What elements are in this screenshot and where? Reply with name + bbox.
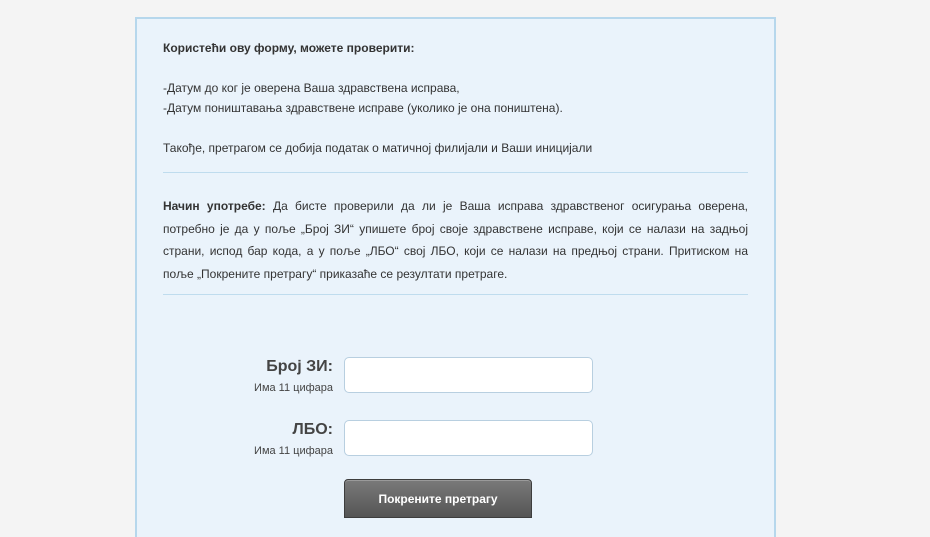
zi-label-block: Број ЗИ: Има 11 цифара <box>173 357 333 394</box>
lbo-label: ЛБО: <box>292 421 334 438</box>
lbo-input[interactable] <box>344 420 593 456</box>
lbo-label-block: ЛБО: Има 11 цифара <box>173 420 333 457</box>
search-form-panel: Користећи ову форму, можете проверити: -… <box>135 17 776 537</box>
intro-also-text: Такође, претрагом се добија податак о ма… <box>163 141 593 155</box>
intro-list: -Датум до ког је оверена Ваша здравствен… <box>163 78 748 118</box>
intro-item-cancel-date: -Датум поништавања здравствене исправе (… <box>163 101 563 115</box>
divider <box>163 172 748 173</box>
divider <box>163 294 748 295</box>
intro-title: Користећи ову форму, можете проверити: <box>163 41 415 55</box>
lbo-hint: Има 11 цифара <box>254 445 333 457</box>
start-search-button[interactable]: Покрените претрагу <box>344 479 532 518</box>
zi-hint: Има 11 цифара <box>254 382 333 394</box>
intro-item-valid-date: -Датум до ког је оверена Ваша здравствен… <box>163 81 460 95</box>
zi-label: Број ЗИ: <box>266 358 333 375</box>
usage-label: Начин употребе: <box>163 199 266 213</box>
zi-number-input[interactable] <box>344 357 593 393</box>
usage-instructions: Начин употребе: Да бисте проверили да ли… <box>163 195 748 285</box>
